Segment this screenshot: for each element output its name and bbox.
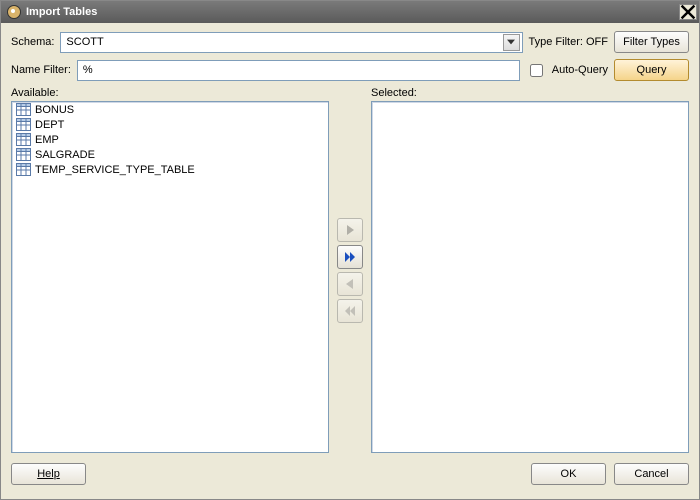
double-chevron-right-icon [344,251,356,263]
list-item[interactable]: DEPT [12,117,328,132]
schema-value: SCOTT [66,36,103,48]
type-filter-label: Type Filter: OFF [529,36,608,48]
table-icon [16,163,31,176]
table-icon [16,133,31,146]
schema-combo[interactable]: SCOTT [60,32,522,53]
list-item[interactable]: SALGRADE [12,147,328,162]
auto-query-checkbox[interactable] [530,64,543,77]
available-list[interactable]: BONUS DEPT EMP SALGRADE TEMP_SERVICE_TYPE_TA… [11,101,329,453]
name-filter-input[interactable] [77,60,520,81]
list-item[interactable]: BONUS [12,102,328,117]
chevron-left-icon [344,278,356,290]
lists-area: Available: BONUS DEPT EMP SALGRADE TEMP_SERV… [11,87,689,453]
list-item-label: SALGRADE [35,149,95,161]
query-button[interactable]: Query [614,59,689,81]
auto-query-label: Auto-Query [552,64,608,76]
cancel-button[interactable]: Cancel [614,463,689,485]
list-item[interactable]: EMP [12,132,328,147]
list-item-label: TEMP_SERVICE_TYPE_TABLE [35,164,195,176]
table-icon [16,148,31,161]
transfer-buttons [333,87,367,453]
move-all-left-button[interactable] [337,299,363,323]
app-icon [7,5,21,19]
window-title: Import Tables [26,6,97,18]
help-button[interactable]: Help [11,463,86,485]
titlebar: Import Tables [1,1,699,23]
filter-types-button[interactable]: Filter Types [614,31,689,53]
list-item-label: BONUS [35,104,74,116]
chevron-right-icon [344,224,356,236]
name-filter-label: Name Filter: [11,64,71,76]
footer: Help OK Cancel [11,463,689,485]
ok-button[interactable]: OK [531,463,606,485]
list-item-label: EMP [35,134,59,146]
list-item-label: DEPT [35,119,64,131]
selected-label: Selected: [371,87,689,99]
close-icon [680,4,696,20]
close-button[interactable] [679,4,697,20]
selected-list[interactable] [371,101,689,453]
available-label: Available: [11,87,329,99]
double-chevron-left-icon [344,305,356,317]
move-right-button[interactable] [337,218,363,242]
chevron-down-icon [503,34,520,51]
schema-label: Schema: [11,36,54,48]
move-left-button[interactable] [337,272,363,296]
list-item[interactable]: TEMP_SERVICE_TYPE_TABLE [12,162,328,177]
table-icon [16,103,31,116]
table-icon [16,118,31,131]
move-all-right-button[interactable] [337,245,363,269]
